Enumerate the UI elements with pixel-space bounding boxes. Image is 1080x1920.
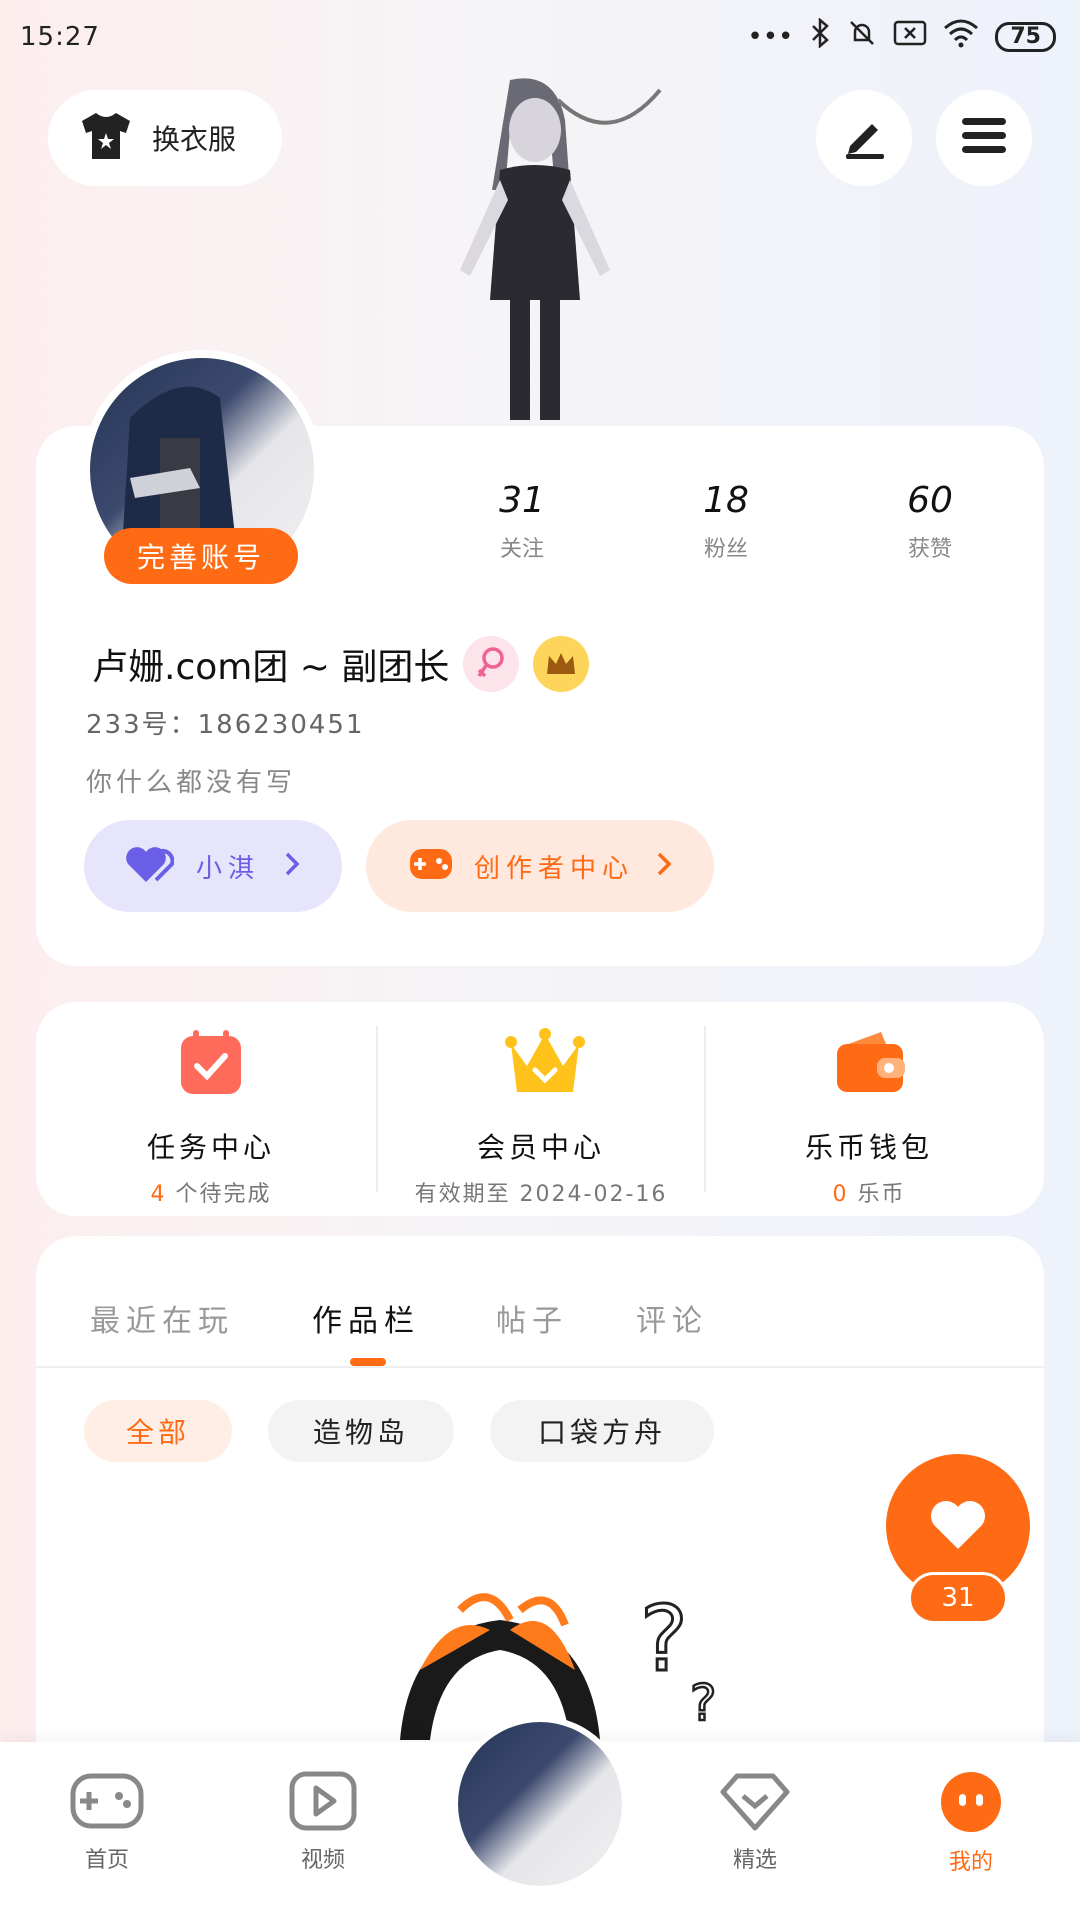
avatar: [458, 1722, 622, 1886]
task-center-sub: 4 个待完成: [150, 1182, 272, 1207]
edit-button[interactable]: [816, 90, 912, 186]
tshirt-icon: [78, 111, 134, 165]
nav-video-label: 视频: [300, 1848, 345, 1873]
nav-mine-label: 我的: [948, 1850, 993, 1875]
status-icons: ••• 75: [747, 17, 1056, 55]
stat-fans-label: 粉丝: [703, 537, 748, 562]
chevron-right-icon: [654, 850, 674, 882]
play-video-icon: [288, 1771, 358, 1836]
heart-icon: [928, 1497, 988, 1555]
diamond-heart-icon: [719, 1773, 791, 1836]
pen-icon: [840, 112, 888, 164]
heart-pair-icon: [124, 844, 175, 888]
xiaoqi-label: 小淇: [196, 853, 261, 884]
calendar-check-icon: [175, 1026, 247, 1098]
wallet-icon: [833, 1026, 905, 1098]
status-bar: 15:27 ••• 75: [0, 17, 1080, 58]
user-id: 233号：186230451: [86, 710, 365, 740]
wardrobe-label: 换衣服: [152, 123, 237, 156]
stat-following[interactable]: 31 关注: [452, 480, 592, 563]
status-time: 15:27: [20, 22, 100, 52]
nav-avatar[interactable]: [452, 1716, 628, 1892]
female-gender-icon: [463, 636, 520, 692]
gamepad-icon: [69, 1773, 145, 1836]
crown-badge-icon[interactable]: [533, 636, 590, 692]
filter-pocket-ark[interactable]: 口袋方舟: [490, 1400, 714, 1462]
complete-account-button[interactable]: 完善账号: [104, 528, 298, 584]
stat-likes[interactable]: 60 获赞: [860, 480, 1000, 563]
username: 卢姗.com团 ~ 副团长: [92, 647, 450, 688]
filter-all[interactable]: 全部: [84, 1400, 232, 1462]
filter-creation-island[interactable]: 造物岛: [268, 1400, 454, 1462]
stat-fans[interactable]: 18 粉丝: [656, 480, 796, 563]
nav-featured[interactable]: 精选: [690, 1770, 820, 1874]
bluetooth-icon: [809, 17, 831, 55]
xiaoqi-button[interactable]: 小淇: [84, 820, 342, 912]
tab-recently-played[interactable]: 最近在玩: [90, 1296, 234, 1340]
menu-button[interactable]: [936, 90, 1032, 186]
task-center-label: 任务中心: [146, 1131, 275, 1164]
stat-following-count: 31: [499, 480, 545, 521]
mute-bell-icon: [847, 18, 877, 55]
nav-mine[interactable]: 我的: [906, 1770, 1036, 1876]
task-center[interactable]: 任务中心 4 个待完成: [46, 1026, 376, 1208]
chevron-right-icon: [282, 850, 302, 882]
nav-video[interactable]: 视频: [258, 1770, 388, 1874]
vip-center[interactable]: 会员中心 有效期至 2024-02-16: [376, 1026, 706, 1208]
coin-wallet[interactable]: 乐币钱包 0 乐币: [704, 1026, 1034, 1208]
wifi-icon: [943, 18, 979, 55]
empty-state-mascot-illustration: ? ?: [390, 1586, 770, 1740]
tab-posts[interactable]: 帖子: [496, 1296, 568, 1340]
nav-home-label: 首页: [84, 1848, 129, 1873]
battery-indicator: 75: [995, 21, 1056, 52]
stat-likes-count: 60: [907, 480, 953, 521]
no-sim-icon: [893, 19, 927, 54]
tab-works[interactable]: 作品栏: [312, 1296, 420, 1340]
vip-center-label: 会员中心: [476, 1131, 605, 1164]
svg-text:?: ?: [640, 1590, 688, 1692]
user-bio: 你什么都没有写: [86, 768, 297, 798]
face-icon: [937, 1772, 1005, 1838]
more-dots-icon: •••: [747, 21, 794, 52]
wardrobe-button[interactable]: 换衣服: [48, 90, 282, 186]
stat-following-label: 关注: [499, 537, 544, 562]
stat-likes-label: 获赞: [907, 537, 952, 562]
tab-comments[interactable]: 评论: [636, 1296, 708, 1340]
tab-divider: [36, 1366, 1044, 1368]
vip-center-sub: 有效期至 2024-02-16: [414, 1182, 668, 1207]
crown-icon: [505, 1026, 585, 1098]
svg-text:?: ?: [690, 1674, 717, 1732]
creator-center-button[interactable]: 创作者中心: [366, 820, 714, 912]
creator-center-label: 创作者中心: [474, 853, 635, 884]
gamepad-icon: [408, 845, 454, 887]
tab-indicator: [350, 1358, 386, 1366]
character-avatar-3d[interactable]: [380, 70, 680, 430]
nav-home[interactable]: 首页: [42, 1770, 172, 1874]
coin-wallet-sub: 0 乐币: [832, 1182, 906, 1207]
username-row: 卢姗.com团 ~ 副团长: [92, 636, 590, 692]
stat-fans-count: 18: [703, 480, 749, 521]
hamburger-icon: [960, 114, 1008, 162]
nav-featured-label: 精选: [732, 1848, 777, 1873]
coin-wallet-label: 乐币钱包: [804, 1131, 933, 1164]
like-count-badge: 31: [908, 1572, 1008, 1624]
